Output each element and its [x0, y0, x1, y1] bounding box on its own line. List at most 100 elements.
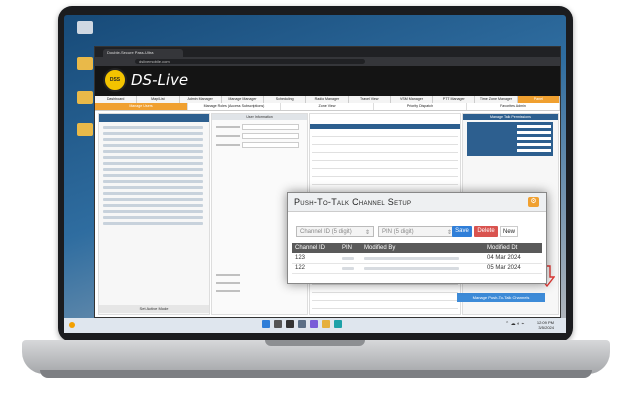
list-item[interactable]	[103, 216, 203, 219]
table-row[interactable]	[312, 292, 458, 293]
tab-priority-dispatch[interactable]: Priority Dispatch	[374, 103, 467, 110]
list-item[interactable]	[103, 168, 203, 171]
browser-tab[interactable]: Double-Secure Pass-Ultra	[103, 49, 183, 57]
recycle-bin-icon[interactable]	[70, 21, 100, 35]
column-header[interactable]: Modified By	[364, 243, 395, 253]
redacted-modified-by	[364, 257, 459, 260]
stepper-icon[interactable]: ⇕	[365, 228, 370, 239]
search-icon[interactable]	[274, 320, 282, 328]
redacted-modified-by	[364, 267, 459, 270]
list-item[interactable]	[517, 143, 551, 146]
table-row[interactable]	[312, 284, 458, 285]
users-list-header	[99, 114, 209, 122]
table-row[interactable]	[312, 184, 458, 185]
manage-ptt-channels-button[interactable]: Manage Push-To-Talk Channels	[457, 293, 545, 302]
nav-item[interactable]: Manage Manager	[222, 96, 265, 103]
grid-header	[310, 124, 460, 129]
list-item[interactable]	[103, 162, 203, 165]
modified-date-cell: 05 Mar 2024	[487, 265, 521, 271]
clock[interactable]: 12:09 PM 3/5/2024	[530, 320, 554, 330]
list-item[interactable]	[517, 137, 551, 140]
list-item[interactable]	[103, 186, 203, 189]
nav-item[interactable]: Radio Manager	[306, 96, 349, 103]
field-label	[216, 274, 240, 276]
start-icon[interactable]	[262, 320, 270, 328]
list-item[interactable]	[103, 198, 203, 201]
list-item[interactable]	[103, 156, 203, 159]
column-header[interactable]: Modified Dt	[487, 243, 517, 253]
list-item[interactable]	[103, 174, 203, 177]
list-item[interactable]	[103, 150, 203, 153]
gear-icon[interactable]: ⚙	[528, 197, 539, 207]
text-field[interactable]	[242, 124, 299, 130]
set-active-mode-button[interactable]: Set Active Mode	[99, 305, 209, 313]
task-view-icon[interactable]	[286, 320, 294, 328]
column-header[interactable]: Channel ID	[295, 243, 325, 253]
edge-icon[interactable]	[334, 320, 342, 328]
text-field[interactable]	[242, 142, 299, 148]
main-nav: Dashboard Map/List Admin Manager Manage …	[95, 96, 560, 103]
folder-icon[interactable]	[322, 320, 330, 328]
list-item[interactable]	[103, 180, 203, 183]
list-item[interactable]	[517, 149, 551, 152]
table-row[interactable]	[312, 152, 458, 153]
nav-item[interactable]: Map/List	[137, 96, 180, 103]
desktop-screen: Double-Secure Pass-Ultra dslivemobile.co…	[64, 15, 566, 333]
save-button[interactable]: Save	[452, 226, 472, 237]
nav-item[interactable]: Scheduling	[264, 96, 307, 103]
field-label	[216, 290, 240, 292]
list-item[interactable]	[103, 210, 203, 213]
tab-zone-view[interactable]: Zone View	[281, 103, 374, 110]
new-button[interactable]: New	[500, 226, 518, 237]
list-item[interactable]	[103, 126, 203, 129]
nav-item-active[interactable]: Panel	[517, 96, 560, 103]
list-item[interactable]	[103, 132, 203, 135]
table-row[interactable]	[312, 144, 458, 145]
channel-id-cell: 122	[295, 265, 306, 271]
nav-item[interactable]: PTT Manager	[433, 96, 476, 103]
nav-item[interactable]: Admin Manager	[180, 96, 222, 103]
weather-icon[interactable]	[69, 322, 75, 328]
tab-favorites-admin[interactable]: Favorites Admin	[467, 103, 560, 110]
channels-table-header: Channel ID PIN Modified By Modified Dt	[292, 243, 542, 253]
redacted-pin	[342, 257, 354, 260]
column-header[interactable]: PIN	[342, 243, 352, 253]
pin-input[interactable]: PIN (5 digit) ⇕	[378, 226, 456, 237]
nav-item[interactable]: Dashboard	[95, 96, 138, 103]
tab-manage-users[interactable]: Manage Users	[95, 103, 188, 110]
table-row[interactable]: 122 05 Mar 2024	[292, 264, 542, 274]
talk-permissions-header: Manage Talk Permissions	[463, 114, 558, 120]
list-item[interactable]	[103, 138, 203, 141]
permissions-list	[467, 122, 553, 156]
delete-button[interactable]: Delete	[474, 226, 498, 237]
list-item[interactable]	[517, 125, 551, 128]
table-row[interactable]	[312, 136, 458, 137]
ptt-channel-setup-modal: Push-To-Talk Channel Setup ⚙ Channel ID …	[287, 192, 547, 284]
url-field[interactable]: dslivemobile.com	[135, 59, 365, 64]
table-row[interactable]	[312, 160, 458, 161]
table-row[interactable]	[312, 176, 458, 177]
redacted-pin	[342, 267, 354, 270]
list-item[interactable]	[517, 131, 551, 134]
nav-item[interactable]: Time Zone Manager	[475, 96, 518, 103]
channel-id-input[interactable]: Channel ID (5 digit) ⇕	[296, 226, 374, 237]
table-row[interactable]	[312, 168, 458, 169]
list-item[interactable]	[103, 144, 203, 147]
list-item[interactable]	[103, 222, 203, 225]
nav-item[interactable]: VSM Manager	[391, 96, 434, 103]
teams-icon[interactable]	[310, 320, 318, 328]
modal-header: Push-To-Talk Channel Setup ⚙	[288, 193, 546, 212]
table-row[interactable]: 123 04 Mar 2024	[292, 254, 542, 264]
table-row[interactable]	[312, 300, 458, 301]
table-row[interactable]	[312, 308, 458, 309]
nav-item[interactable]: Travel View	[349, 96, 391, 103]
list-item[interactable]	[103, 204, 203, 207]
field-label	[216, 135, 240, 137]
pin-placeholder: PIN (5 digit)	[382, 229, 414, 235]
tab-manage-roles[interactable]: Manage Roles (Access Subscriptions)	[188, 103, 281, 110]
system-tray[interactable]: ⌃ ☁ ◐ ⌁	[505, 321, 524, 327]
browser-window: Double-Secure Pass-Ultra dslivemobile.co…	[94, 46, 561, 318]
list-item[interactable]	[103, 192, 203, 195]
widgets-icon[interactable]	[298, 320, 306, 328]
text-field[interactable]	[242, 133, 299, 139]
